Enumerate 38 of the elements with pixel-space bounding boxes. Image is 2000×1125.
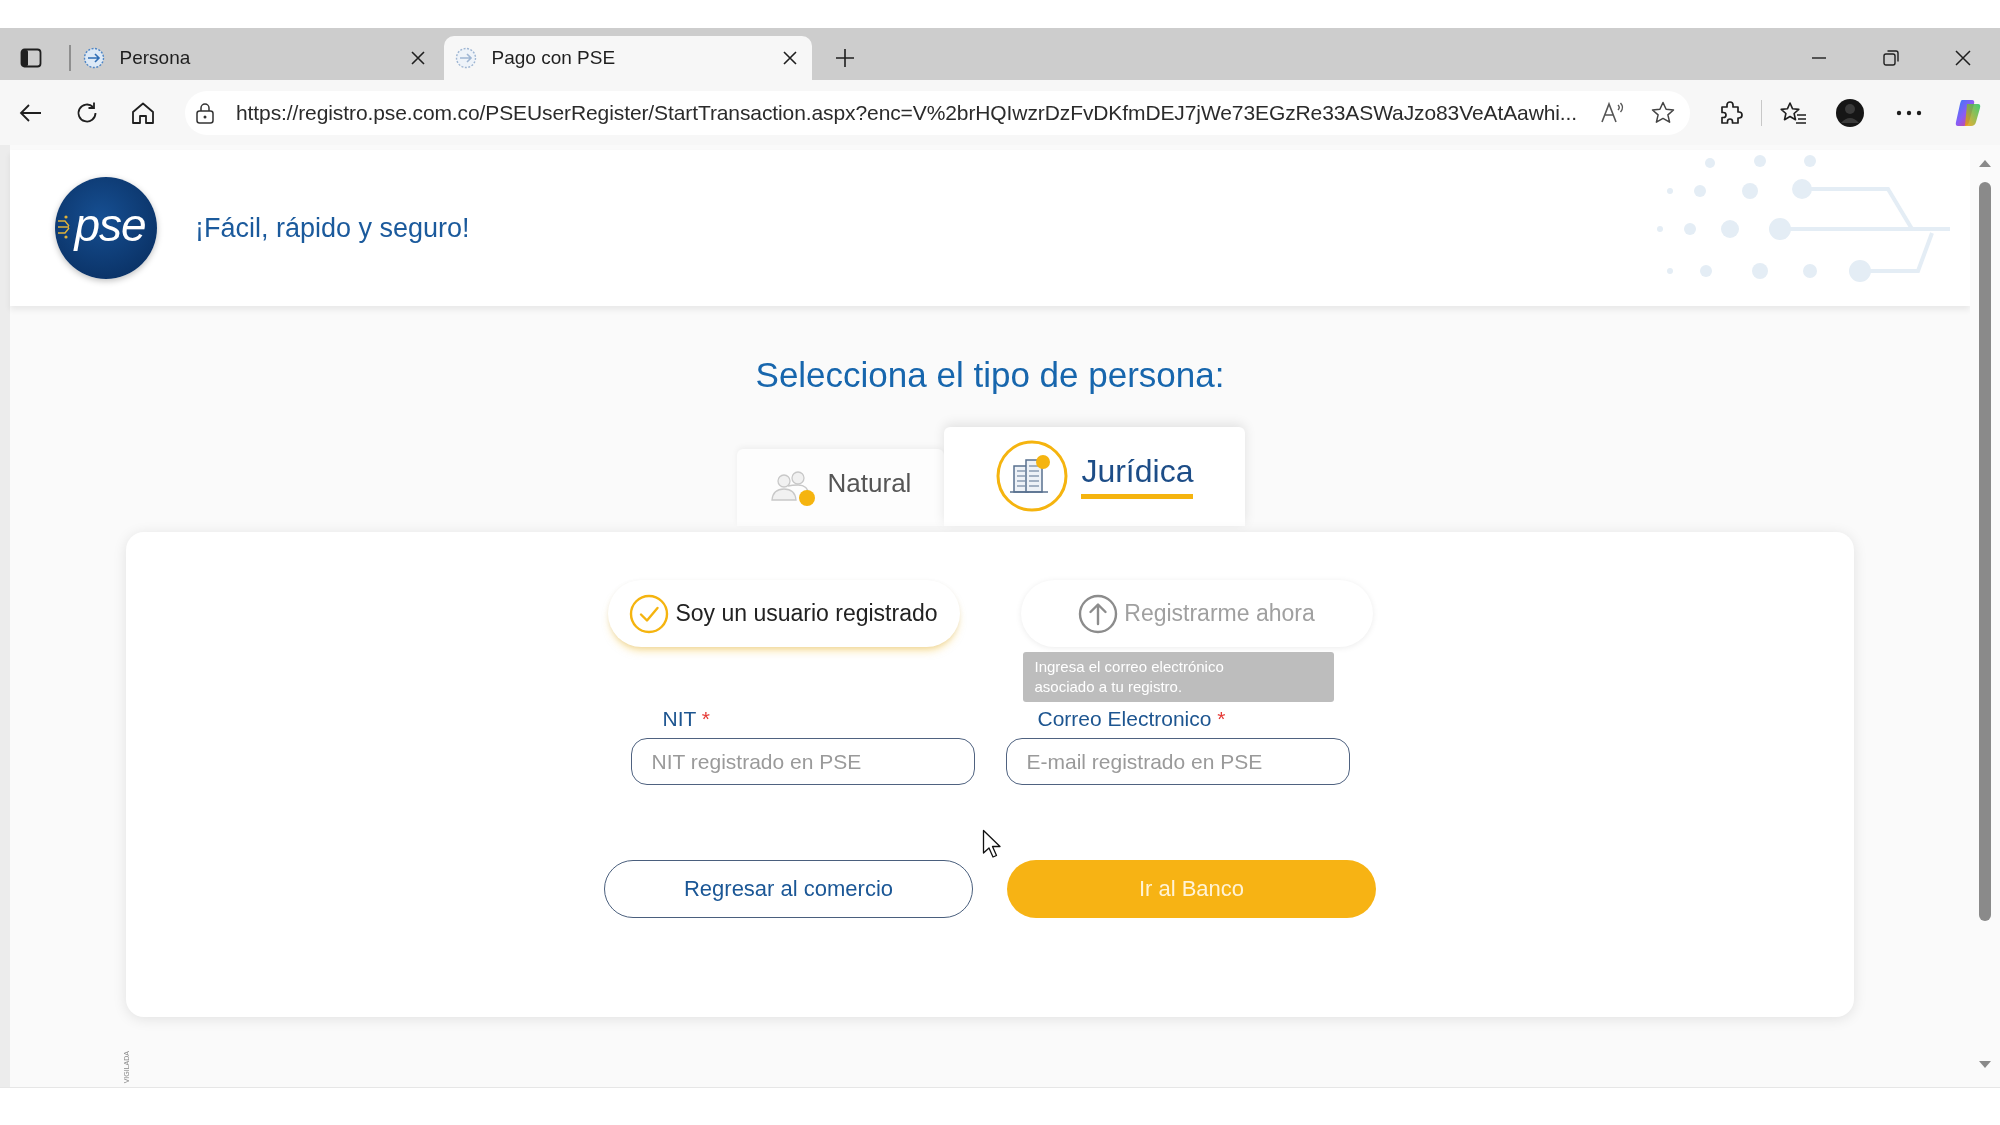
- new-tab-icon[interactable]: [834, 48, 855, 68]
- sidebar-icon[interactable]: [19, 46, 43, 70]
- browser-tab[interactable]: Persona: [74, 36, 440, 80]
- people-icon: [769, 468, 818, 507]
- scroll-down-arrow-icon[interactable]: [1978, 1060, 1992, 1070]
- close-icon[interactable]: [1955, 50, 1971, 66]
- address-bar[interactable]: https://registro.pse.com.co/PSEUserRegister/StartTransaction.aspx?enc=V%2brHQIwzrDzFvDKfmDEJ7jWe73EGzRe33ASWaJzo83VeAtAawhi...: [185, 90, 1690, 135]
- profile-avatar-icon[interactable]: [1835, 97, 1865, 128]
- person-type-tab[interactable]: Natural: [736, 449, 945, 526]
- arrow-circle-favicon-icon: [454, 47, 477, 69]
- user-option-button[interactable]: Soy un usuario registrado: [607, 580, 960, 647]
- tagline: ¡Fácil, rápido y seguro!: [195, 212, 470, 244]
- page-heading: Selecciona el tipo de persona:: [755, 354, 1225, 396]
- up-arrow-circle-icon: [1078, 593, 1119, 634]
- close-icon[interactable]: [781, 50, 798, 66]
- input-field[interactable]: E-mail registrado en PSE: [1005, 738, 1350, 785]
- mouse-cursor-icon: [982, 829, 1002, 859]
- person-type-tab[interactable]: Jurídica: [944, 427, 1246, 526]
- close-icon[interactable]: [409, 50, 426, 66]
- favorites-icon[interactable]: [1779, 99, 1807, 126]
- read-aloud-icon[interactable]: [1600, 100, 1626, 125]
- favorite-star-icon[interactable]: [1650, 99, 1676, 126]
- tooltip: Ingresa el correo electrónico asociado a tu registro.: [1022, 652, 1334, 702]
- lock-icon[interactable]: [195, 101, 215, 124]
- scroll-up-arrow-icon[interactable]: [1978, 158, 1992, 168]
- return-button[interactable]: Regresar al comercio: [604, 860, 973, 918]
- browser-tab[interactable]: Pago con PSE: [443, 36, 812, 80]
- check-circle-icon: [629, 593, 670, 634]
- more-options-icon[interactable]: [1896, 109, 1922, 116]
- input-field[interactable]: NIT registrado en PSE: [630, 738, 975, 785]
- arrow-circle-favicon-icon: [82, 47, 105, 69]
- building-icon: [996, 439, 1069, 512]
- field-label: NIT *: [662, 706, 710, 732]
- scrollbar-thumb[interactable]: [1979, 182, 1991, 921]
- puzzle-piece-icon[interactable]: [1718, 99, 1744, 126]
- restore-icon[interactable]: [1883, 50, 1899, 66]
- colorful-app-icon[interactable]: [1953, 97, 1983, 128]
- field-label: Correo Electronico *: [1037, 706, 1226, 732]
